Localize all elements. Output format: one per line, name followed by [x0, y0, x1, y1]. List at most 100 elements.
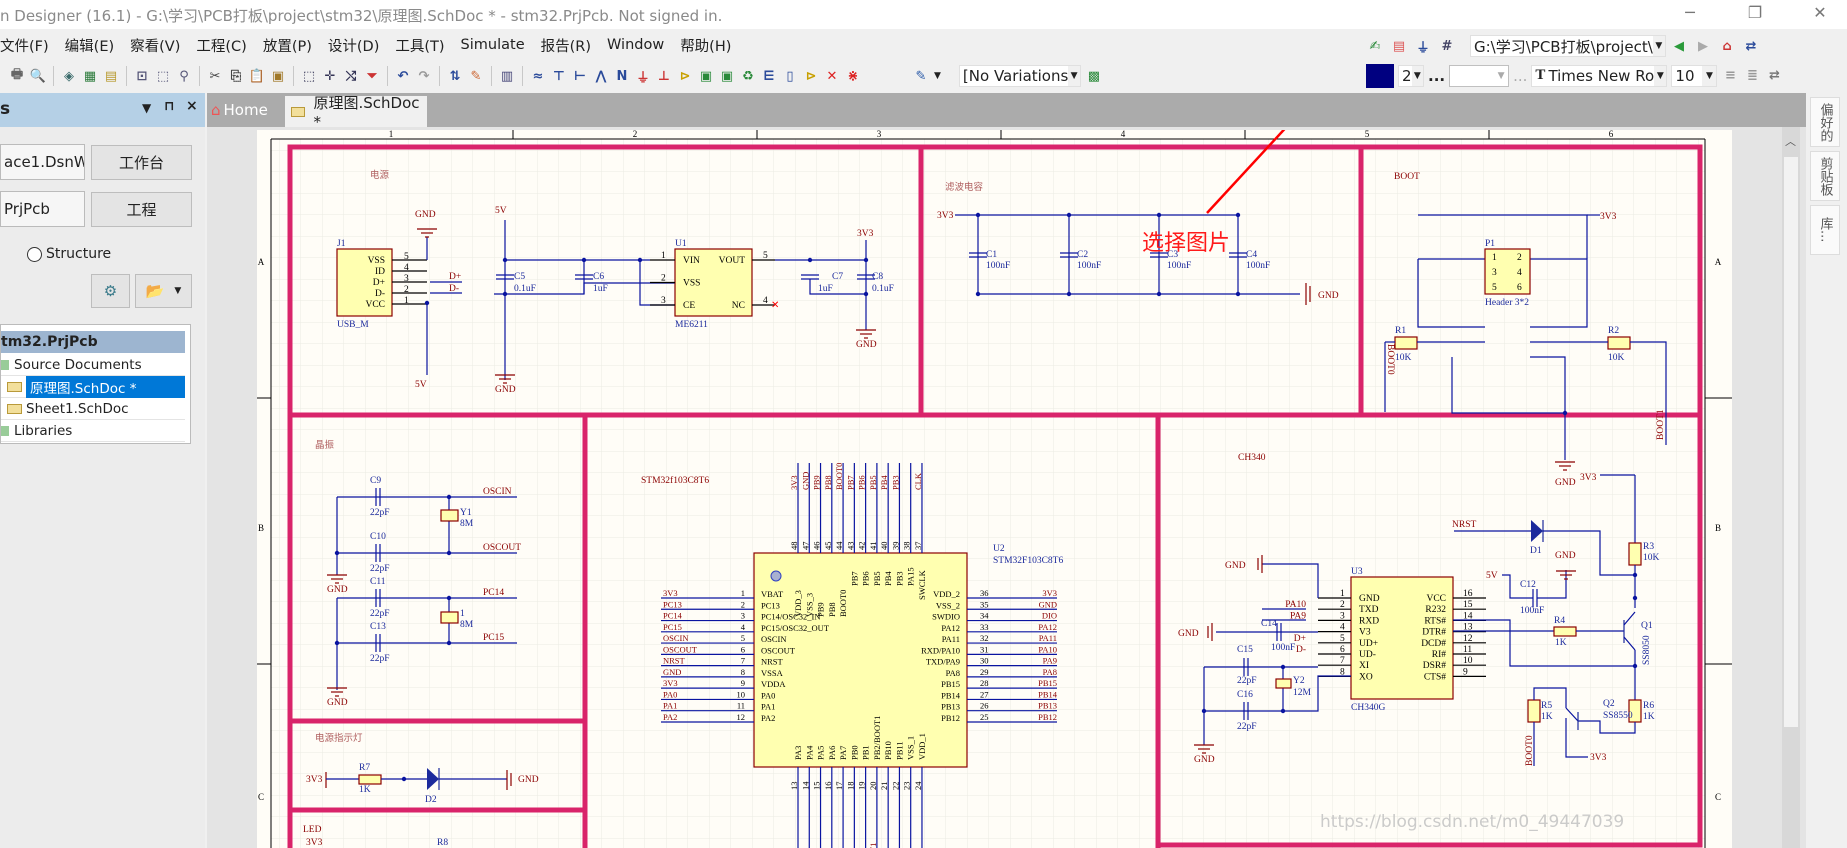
- junction: [637, 257, 643, 263]
- schematic-label: NRST: [761, 657, 784, 667]
- resistor-r3[interactable]: [1628, 542, 1642, 566]
- schematic-label: PB3: [894, 571, 904, 586]
- crystal-y2[interactable]: [440, 611, 459, 624]
- schematic-label: XO: [1359, 672, 1373, 682]
- schematic-label: BOOT1: [1656, 409, 1666, 440]
- junction: [424, 300, 430, 306]
- section-title: CH340: [1238, 453, 1266, 463]
- schematic-label: GND: [1225, 561, 1246, 571]
- schematic-label: 6: [741, 644, 745, 654]
- schematic-label: 2: [1517, 253, 1522, 263]
- schematic-label: 46: [812, 542, 822, 551]
- crystal-y1[interactable]: [440, 509, 459, 522]
- schematic-label: RXD: [1359, 616, 1379, 626]
- schematic-label: 8M: [460, 519, 474, 529]
- section-title: 电源指示灯: [315, 732, 363, 744]
- schematic-label: 22pF: [370, 609, 390, 619]
- side-tab-2[interactable]: 库...: [1810, 205, 1840, 255]
- schematic-label: PB12: [1038, 712, 1057, 722]
- schematic-label: 7: [741, 656, 745, 666]
- schematic-label: 100nF: [1520, 606, 1544, 616]
- schematic-label: 3V3: [1590, 753, 1607, 763]
- schematic-label: DIO: [1042, 611, 1057, 621]
- schematic-label: 39: [890, 542, 900, 551]
- schematic-label: PB4: [879, 475, 889, 490]
- schematic-label: 5: [404, 252, 409, 262]
- schematic-label: D2: [425, 795, 437, 805]
- schematic-label: PC13: [663, 599, 682, 609]
- schematic-label: 10: [1463, 656, 1473, 666]
- schematic-label: 0.1uF: [514, 284, 536, 294]
- schematic-label: C5: [514, 272, 525, 282]
- schematic-label: 2: [741, 599, 745, 609]
- side-tab-1[interactable]: 剪贴板: [1810, 151, 1840, 201]
- junction: [1562, 410, 1568, 416]
- schematic-label: PB8: [827, 602, 837, 617]
- schematic-label: PB9: [816, 602, 826, 617]
- pin1-marker: [770, 570, 782, 582]
- schematic-label: PB14: [1038, 689, 1058, 699]
- schematic-label: DTR#: [1422, 628, 1446, 638]
- schematic-label: 4: [763, 296, 768, 306]
- schematic-label: 1: [460, 609, 465, 619]
- no-connect-icon: ✕: [771, 300, 779, 311]
- schematic-label: 100nF: [986, 261, 1010, 271]
- resistor-r5[interactable]: [1527, 699, 1541, 723]
- schematic-label: J1: [337, 239, 346, 249]
- schematic-label: XI: [1359, 661, 1369, 671]
- schematic-label: PA12: [1038, 622, 1057, 632]
- schematic-sheet[interactable]: 1 2 3 4 5 6A AB BC C 电源J1USB_MVSS 5ID 4D+ 3D- 2VCC 1G…: [0, 0, 1847, 848]
- schematic-label: PC14: [663, 611, 683, 621]
- schematic-label: 44: [834, 541, 844, 550]
- side-tab-0[interactable]: 偏好的: [1810, 97, 1840, 147]
- schematic-label: 3V3: [663, 678, 678, 688]
- schematic-label: BOOT0: [1525, 735, 1535, 766]
- schematic-label: PA15: [906, 567, 916, 586]
- schematic-label: 5: [741, 633, 745, 643]
- schematic-label: 5: [763, 251, 768, 261]
- schematic-label: C13: [370, 622, 386, 632]
- schematic-label: PA7: [838, 746, 848, 760]
- schematic-label: 2: [404, 285, 409, 295]
- resistor-r1[interactable]: [1394, 336, 1418, 350]
- schematic-label: ID: [375, 267, 385, 277]
- schematic-label: 1K: [359, 785, 371, 795]
- schematic-label: 48: [789, 542, 799, 551]
- schematic-label: D-: [375, 289, 385, 299]
- column-marker: 6: [1609, 129, 1614, 139]
- schematic-label: SS8550: [1603, 711, 1633, 721]
- schematic-label: C8: [872, 272, 883, 282]
- schematic-label: Y2: [1293, 676, 1305, 686]
- schematic-label: 0.1uF: [872, 284, 894, 294]
- resistor-r2[interactable]: [1607, 336, 1631, 350]
- schematic-label: 3V3: [1600, 212, 1617, 222]
- schematic-label: VSS: [683, 279, 700, 289]
- row-marker: C: [1715, 792, 1721, 802]
- schematic-label: SWDIO: [932, 612, 960, 622]
- schematic-label: 1uF: [818, 284, 833, 294]
- schematic-label: C4: [1246, 250, 1257, 260]
- junction: [334, 640, 340, 646]
- schematic-label: 5V: [415, 380, 427, 390]
- section-title: 滤波电容: [945, 181, 984, 193]
- watermark-text: https://blog.csdn.net/m0_49447039: [1320, 812, 1625, 832]
- schematic-label: PB14: [941, 690, 961, 700]
- schematic-label: 6: [1340, 645, 1345, 655]
- schematic-label: 10K: [1608, 353, 1625, 363]
- schematic-label: 5: [1492, 283, 1497, 293]
- schematic-label: OSCOUT: [761, 645, 796, 655]
- arrowhead-icon: [1352, 35, 1371, 54]
- schematic-label: 1K: [1555, 638, 1567, 648]
- schematic-label: C14: [1261, 619, 1277, 629]
- schematic-label: Q2: [1603, 699, 1615, 709]
- schematic-label: D+: [449, 272, 461, 282]
- schematic-label: 22pF: [370, 564, 390, 574]
- schematic-label: PB12: [941, 713, 960, 723]
- resistor-r7[interactable]: [358, 774, 382, 785]
- crystal-y2[interactable]: [1275, 678, 1292, 689]
- resistor-r4[interactable]: [1553, 626, 1577, 637]
- schematic-label: 27: [980, 689, 989, 699]
- schematic-label: C16: [1237, 690, 1253, 700]
- schematic-label: PA5: [816, 746, 826, 760]
- schematic-label: CE: [683, 301, 695, 311]
